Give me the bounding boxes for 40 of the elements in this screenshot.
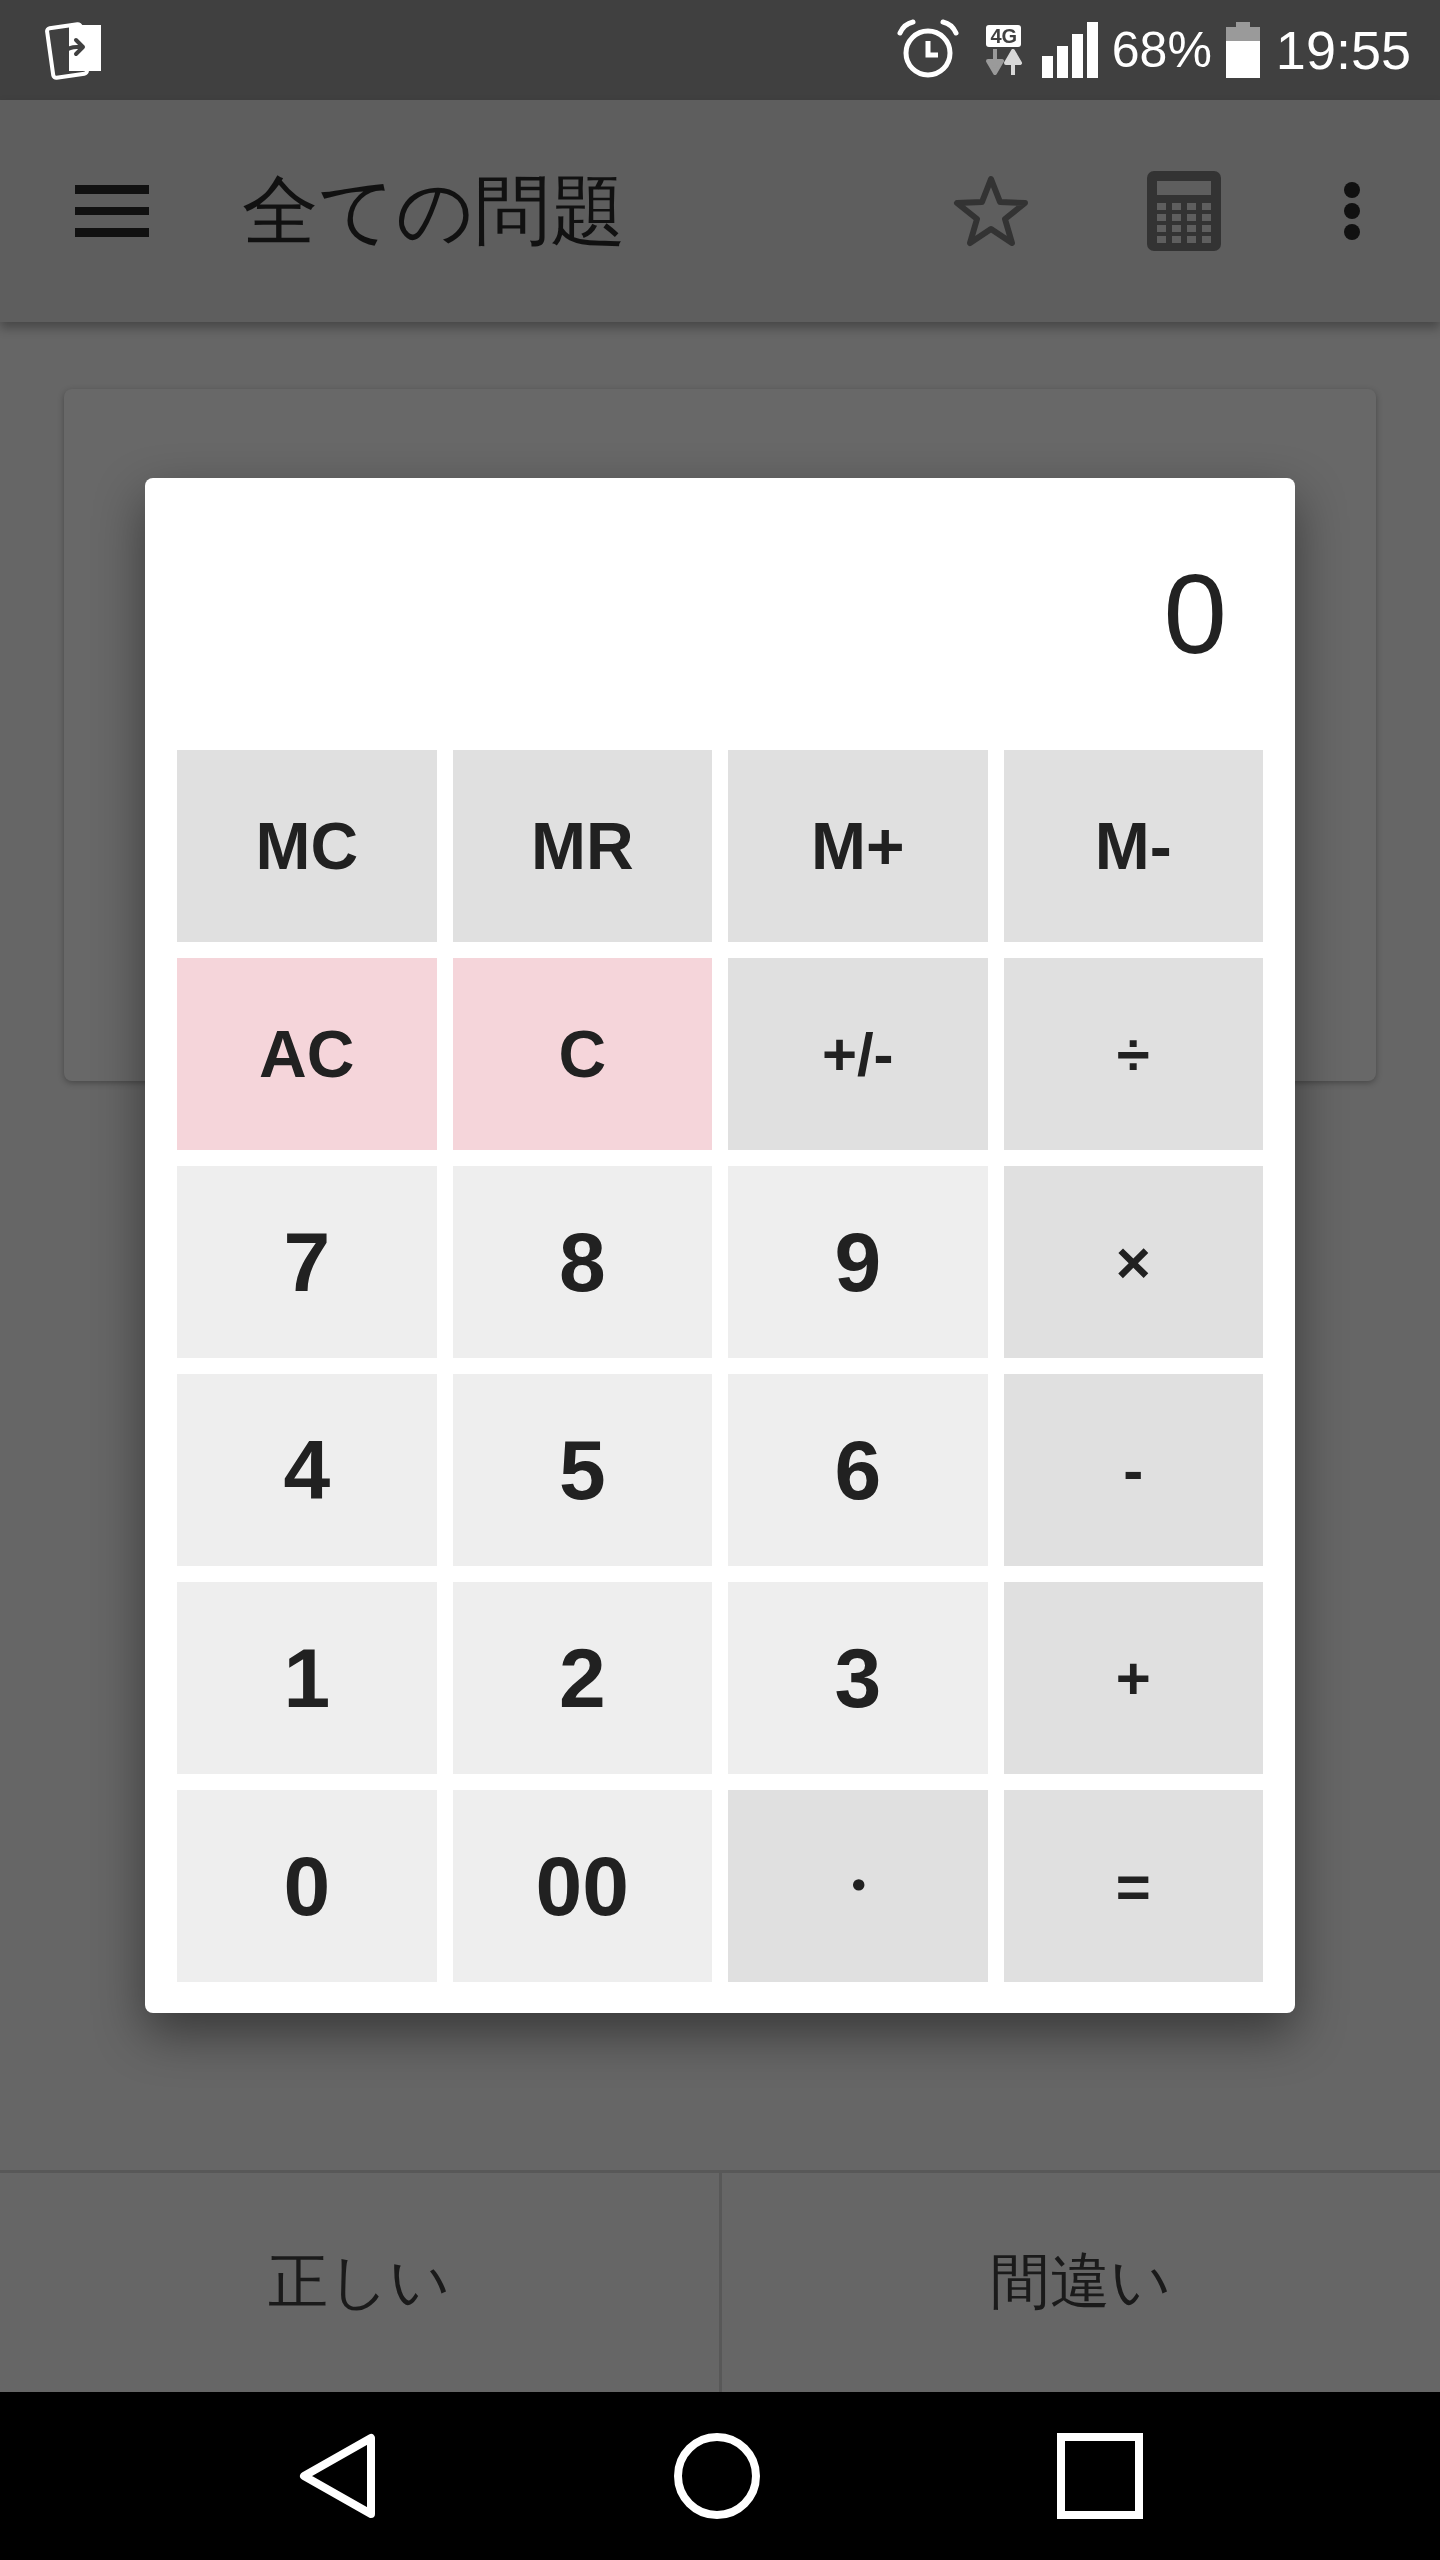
battery-percent: 68%: [1111, 25, 1212, 75]
more-options-icon[interactable]: [1343, 181, 1361, 241]
operator-key[interactable]: +: [1003, 1582, 1263, 1774]
operator-key[interactable]: ・: [728, 1790, 988, 1982]
operator-key[interactable]: ÷: [1003, 958, 1263, 1150]
app-bar-title: 全ての問題: [242, 169, 626, 253]
clear-key[interactable]: AC: [177, 958, 437, 1150]
memory-key[interactable]: M+: [728, 750, 988, 942]
data-arrows-icon: [983, 49, 1024, 75]
recent-apps-icon[interactable]: [1057, 2433, 1143, 2519]
operator-key[interactable]: =: [1003, 1790, 1263, 1982]
digit-key[interactable]: 00: [452, 1790, 712, 1982]
share-card-icon: [45, 19, 103, 81]
digit-key[interactable]: 1: [177, 1582, 437, 1774]
back-icon[interactable]: [297, 2433, 377, 2519]
menu-icon[interactable]: [75, 185, 149, 237]
digit-key[interactable]: 7: [177, 1166, 437, 1358]
clear-key[interactable]: C: [452, 958, 712, 1150]
operator-key[interactable]: ×: [1003, 1166, 1263, 1358]
memory-key[interactable]: MR: [452, 750, 712, 942]
operator-key[interactable]: -: [1003, 1374, 1263, 1566]
memory-key[interactable]: M-: [1003, 750, 1263, 942]
signal-bars-icon: [1041, 22, 1098, 78]
digit-key[interactable]: 9: [728, 1166, 988, 1358]
calculator-icon[interactable]: [1147, 171, 1221, 251]
digit-key[interactable]: 2: [452, 1582, 712, 1774]
digit-key[interactable]: 6: [728, 1374, 988, 1566]
digit-key[interactable]: 0: [177, 1790, 437, 1982]
calculator-display-value: 0: [1163, 557, 1227, 671]
star-icon[interactable]: [953, 174, 1029, 248]
battery-icon: [1225, 22, 1260, 78]
operator-key[interactable]: +/-: [728, 958, 988, 1150]
network-type-label: 4G: [986, 25, 1022, 47]
memory-key[interactable]: MC: [177, 750, 437, 942]
digit-key[interactable]: 4: [177, 1374, 437, 1566]
digit-key[interactable]: 8: [452, 1166, 712, 1358]
digit-key[interactable]: 3: [728, 1582, 988, 1774]
clock-time: 19:55: [1275, 23, 1411, 77]
digit-key[interactable]: 5: [452, 1374, 712, 1566]
home-icon[interactable]: [674, 2433, 760, 2519]
